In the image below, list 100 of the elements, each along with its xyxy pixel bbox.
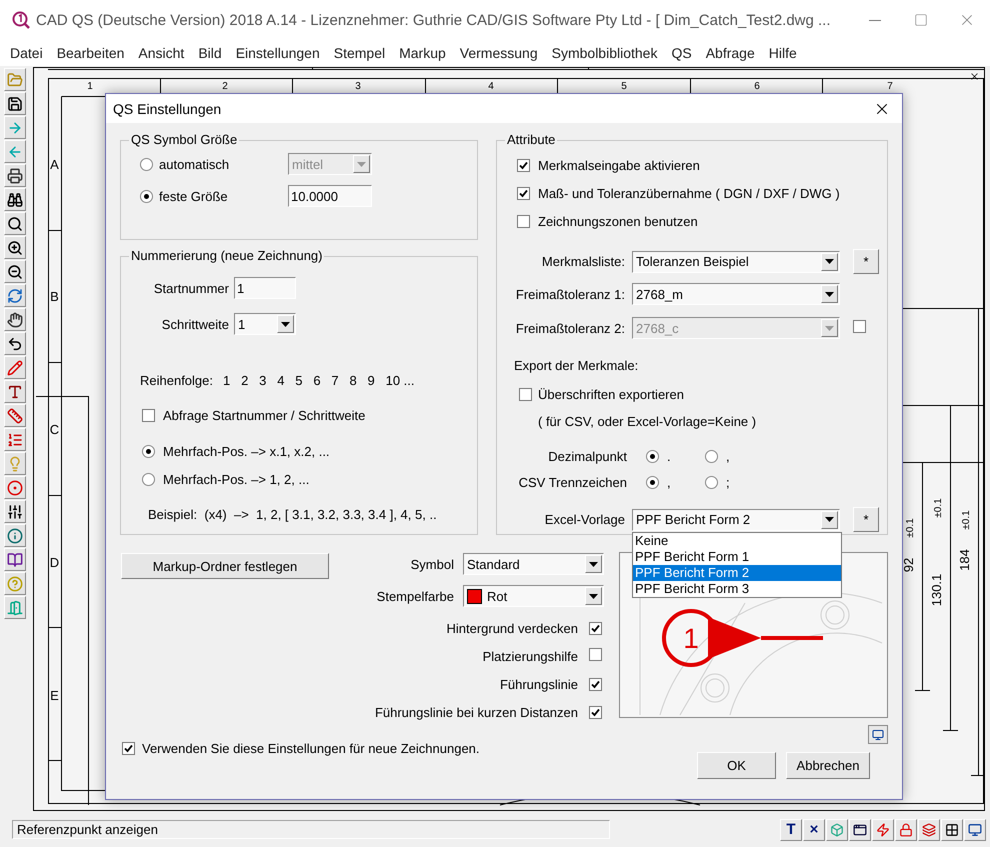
radio-button[interactable] (142, 444, 155, 458)
menu-item[interactable]: Symbolbibliothek (544, 45, 664, 61)
group-title: QS Symbol Größe (130, 132, 238, 148)
checkmark-icon (124, 744, 133, 752)
checkbox[interactable] (589, 622, 602, 634)
book-icon (7, 552, 23, 568)
menu-item[interactable]: Markup (392, 45, 453, 61)
cancel-button[interactable]: Abbrechen (786, 752, 870, 779)
input-field[interactable]: 1 (234, 277, 296, 299)
toolbar-button[interactable] (4, 188, 26, 211)
more-button[interactable]: * (853, 507, 879, 532)
checkbox[interactable] (517, 214, 530, 228)
input-field[interactable]: 10.0000 (288, 185, 372, 207)
toolbar-button[interactable] (4, 332, 26, 355)
arrow-right-icon (7, 120, 23, 136)
checkbox[interactable] (142, 408, 155, 422)
radio-label: automatisch (159, 156, 230, 172)
list-option[interactable]: PPF Bericht Form 2 (633, 564, 841, 580)
column-label: 5 (621, 81, 627, 92)
example-text: Beispiel: (x4) –> 1, 2, [ 3.1, 3.2, 3.3, 3.4 ], 4, 5, .. (148, 506, 437, 522)
markup-folder-button[interactable]: Markup-Ordner festlegen (121, 553, 329, 579)
preview-toggle-button[interactable] (868, 725, 888, 744)
column-label: 7 (887, 81, 893, 92)
radio-button[interactable] (142, 472, 155, 486)
close-button[interactable] (969, 71, 980, 82)
menu-item[interactable]: Bearbeiten (50, 45, 132, 61)
checkbox[interactable] (589, 648, 602, 661)
dropdown[interactable]: 1 (234, 313, 296, 335)
printer-icon (7, 168, 23, 184)
menu-item[interactable]: Abfrage (698, 45, 762, 61)
caret-icon (825, 326, 834, 330)
status-toolbar-button[interactable]: × (803, 818, 825, 840)
toolbar-button[interactable] (4, 92, 26, 115)
dropdown[interactable]: Rot (463, 585, 604, 607)
row-label: D (50, 555, 60, 570)
exit-icon (7, 600, 23, 616)
column-label: 3 (355, 81, 361, 92)
close-icon (969, 71, 980, 82)
dialog-title: QS Einstellungen (113, 100, 222, 116)
row-label: E (50, 688, 59, 703)
checkbox[interactable] (122, 742, 135, 754)
toolbar-button[interactable] (4, 236, 26, 259)
group-title: Attribute (506, 132, 556, 148)
menu-item[interactable]: Stempel (326, 45, 392, 61)
radio-button[interactable] (646, 450, 659, 462)
checkbox-label: Maß- und Toleranzübernahme ( DGN / DXF / DWG ) (538, 186, 840, 200)
more-button[interactable]: * (853, 249, 879, 274)
dropdown[interactable]: Toleranzen Beispiel (632, 250, 840, 272)
column-label: 4 (488, 81, 494, 92)
menu-item[interactable]: Bild (191, 45, 229, 61)
menu-item[interactable]: Datei (3, 45, 50, 61)
dimension-text: 184 (957, 549, 972, 571)
toolbar-button[interactable] (4, 164, 26, 187)
tolerance-text: ±0.1 (933, 498, 944, 518)
checkbox[interactable] (519, 388, 532, 400)
menu-item[interactable]: Ansicht (131, 45, 192, 61)
toolbar-button[interactable] (4, 548, 26, 571)
checkbox[interactable] (589, 706, 602, 718)
checkbox-label: Überschriften exportieren (538, 386, 684, 402)
tolerance-text: ±0.1 (905, 518, 916, 538)
radio-button[interactable] (646, 476, 659, 488)
menu-item[interactable]: Hilfe (762, 45, 804, 61)
checkbox[interactable] (589, 678, 602, 690)
row-label: B (50, 289, 59, 304)
ok-button[interactable]: OK (697, 752, 776, 779)
toolbar-button[interactable] (4, 260, 26, 283)
zigzag-icon (876, 822, 890, 836)
radio-label: , (726, 448, 730, 464)
radio-button[interactable] (705, 450, 718, 462)
caret-icon (825, 517, 834, 522)
balloon-number: 1 (683, 623, 699, 654)
checkbox[interactable] (517, 158, 530, 172)
group-title: Nummerierung (neue Zeichnung) (130, 248, 324, 264)
dropdown[interactable]: 2768_m (632, 283, 840, 305)
toolbar-button[interactable] (4, 308, 26, 331)
status-toolbar-button[interactable]: T (780, 818, 802, 840)
radio-button[interactable] (140, 190, 153, 202)
column-label: 1 (87, 81, 93, 92)
radio-button[interactable] (705, 476, 718, 488)
field-label: Dezimalpunkt (547, 448, 627, 464)
field-label: Schrittweite (160, 316, 229, 332)
radio-label: , (667, 474, 671, 490)
toolbar-button[interactable] (4, 500, 26, 523)
sliders-icon (7, 504, 23, 520)
radio-label: Mehrfach-Pos. –> 1, 2, ... (163, 472, 310, 486)
menu-item[interactable]: QS (664, 45, 699, 61)
field-label: Excel-Vorlage (544, 512, 625, 527)
toolbar-button[interactable] (4, 380, 26, 403)
toolbar-button[interactable] (4, 212, 26, 235)
list-option[interactable]: PPF Bericht Form 3 (633, 580, 841, 596)
radio-label: feste Größe (159, 188, 229, 204)
menu-item[interactable]: Vermessung (452, 45, 545, 61)
caret-icon (589, 594, 598, 598)
dropdown[interactable]: PPF Bericht Form 2 (632, 508, 840, 530)
caret-icon (357, 162, 366, 166)
row-label: A (50, 157, 59, 172)
toolbar-button[interactable] (4, 524, 26, 547)
menu-item[interactable]: Einstellungen (228, 45, 327, 61)
dropdown[interactable]: Standard (463, 553, 604, 575)
checkbox[interactable] (517, 186, 530, 200)
